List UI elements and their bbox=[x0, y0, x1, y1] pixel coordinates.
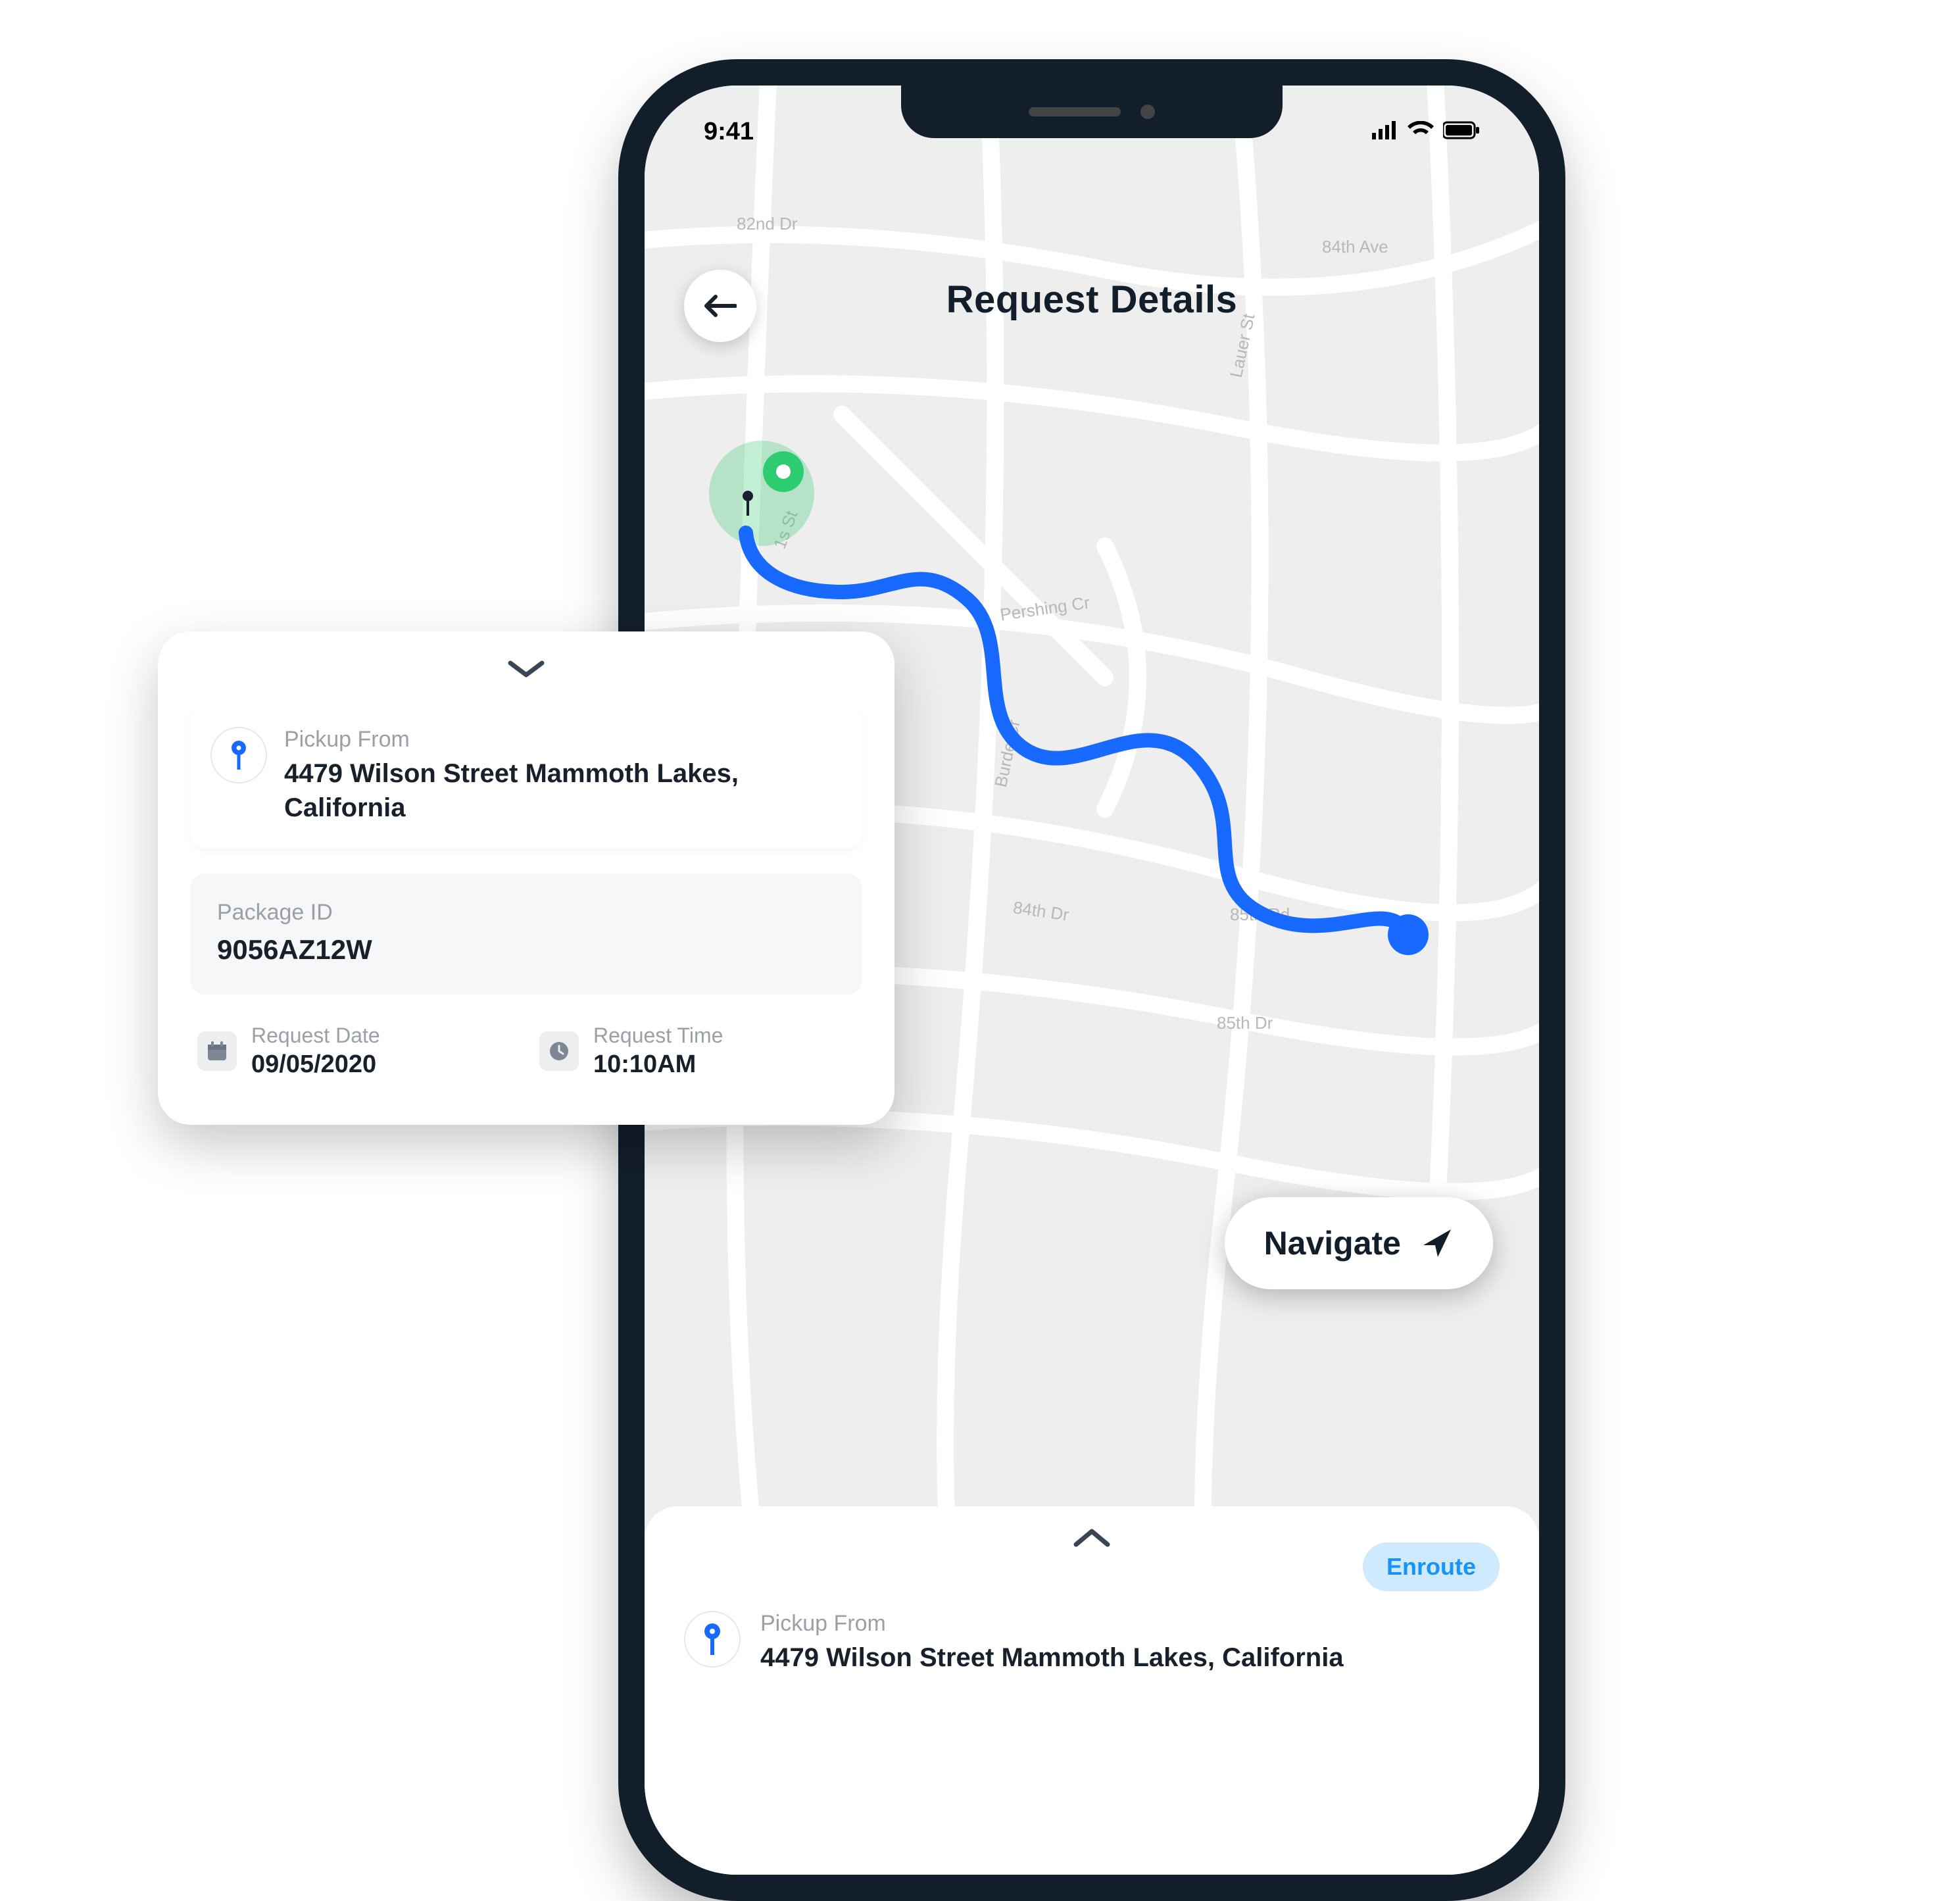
package-id-value: 9056AZ12W bbox=[217, 932, 835, 968]
clock-icon bbox=[539, 1031, 579, 1071]
wifi-icon bbox=[1408, 118, 1434, 146]
status-badge: Enroute bbox=[1363, 1543, 1500, 1591]
navigate-button[interactable]: Navigate bbox=[1225, 1197, 1493, 1289]
request-date-item: Request Date 09/05/2020 bbox=[197, 1024, 513, 1079]
route-start-pin-icon bbox=[740, 491, 756, 520]
navigate-arrow-icon bbox=[1421, 1227, 1454, 1260]
request-time-value: 10:10AM bbox=[593, 1050, 723, 1079]
pin-icon bbox=[210, 727, 267, 783]
pickup-block: Pickup From 4479 Wilson Street Mammoth L… bbox=[191, 703, 862, 849]
calendar-icon bbox=[197, 1031, 237, 1071]
pickup-row: Pickup From 4479 Wilson Street Mammoth L… bbox=[684, 1611, 1500, 1675]
package-id-block: Package ID 9056AZ12W bbox=[191, 874, 862, 995]
battery-icon bbox=[1443, 118, 1480, 146]
pickup-label: Pickup From bbox=[760, 1611, 1344, 1637]
arrow-left-icon bbox=[704, 293, 737, 319]
meta-row: Request Date 09/05/2020 Request Time 10:… bbox=[191, 1024, 862, 1079]
request-time-item: Request Time 10:10AM bbox=[539, 1024, 855, 1079]
pickup-label: Pickup From bbox=[284, 727, 842, 753]
pickup-address: 4479 Wilson Street Mammoth Lakes, Califo… bbox=[284, 756, 842, 825]
pin-icon bbox=[684, 1611, 741, 1667]
status-time: 9:41 bbox=[704, 118, 754, 146]
request-date-label: Request Date bbox=[251, 1024, 380, 1048]
navigate-label: Navigate bbox=[1264, 1224, 1401, 1262]
package-id-label: Package ID bbox=[217, 900, 835, 926]
route-end-marker bbox=[1388, 914, 1429, 955]
pickup-address: 4479 Wilson Street Mammoth Lakes, Califo… bbox=[760, 1641, 1344, 1675]
phone-notch bbox=[901, 86, 1283, 138]
page-title: Request Details bbox=[645, 278, 1539, 322]
details-card: Pickup From 4479 Wilson Street Mammoth L… bbox=[158, 631, 894, 1125]
back-button[interactable] bbox=[684, 270, 756, 342]
chevron-down-icon[interactable] bbox=[191, 658, 862, 683]
cellular-icon bbox=[1372, 118, 1398, 146]
bottom-sheet[interactable]: Enroute Pickup From 4479 Wilson Street M… bbox=[645, 1506, 1539, 1875]
request-time-label: Request Time bbox=[593, 1024, 723, 1048]
route-start-marker bbox=[763, 451, 804, 492]
request-date-value: 09/05/2020 bbox=[251, 1050, 380, 1079]
